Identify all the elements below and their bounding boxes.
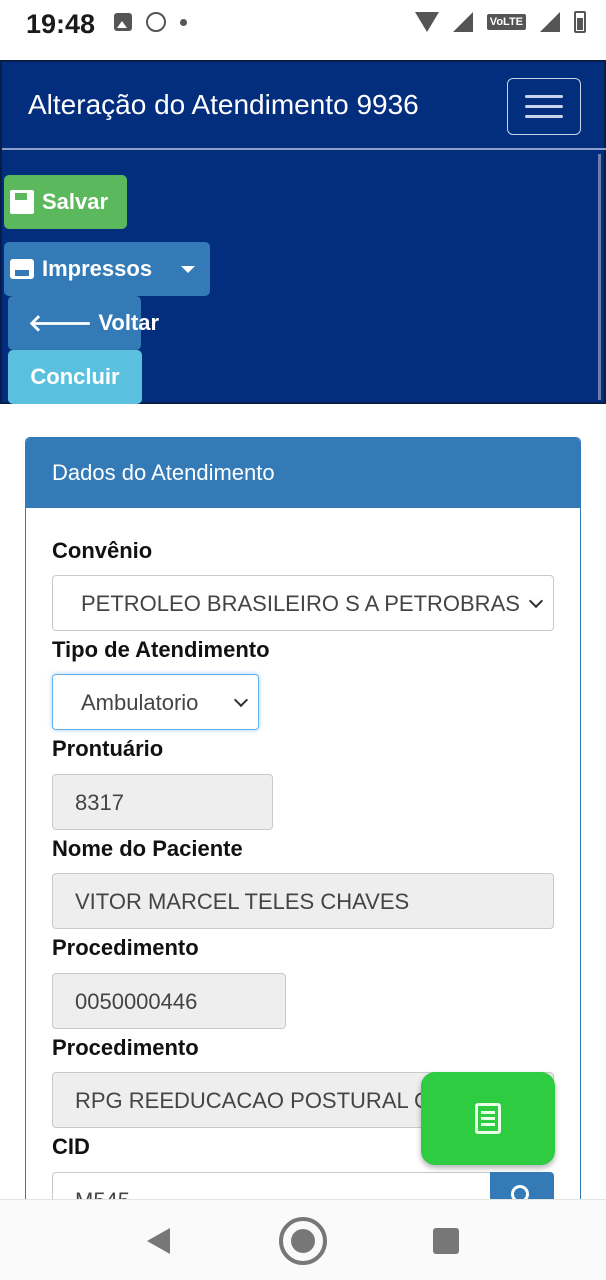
prints-button-label: Impressos	[42, 256, 153, 281]
floating-action-button[interactable]	[421, 1072, 555, 1165]
arrow-left-icon: 🡐	[28, 310, 93, 337]
convenio-label: Convênio	[52, 538, 153, 563]
prontuario-label: Prontuário	[52, 736, 164, 761]
volte-icon: VoLTE	[486, 14, 526, 30]
procedimento-desc-label: Procedimento	[52, 1035, 199, 1060]
convenio-select[interactable]: PETROLEO BRASILEIRO S A PETROBRAS	[52, 575, 554, 631]
cid-label: CID	[52, 1134, 90, 1159]
save-button-label: Salvar	[42, 189, 109, 214]
paciente-field[interactable]: VITOR MARCEL TELES CHAVES	[52, 873, 554, 929]
back-button[interactable]: 🡐 Voltar	[8, 296, 159, 350]
document-icon	[475, 1103, 501, 1134]
android-navigation-bar	[0, 1199, 606, 1280]
save-icon	[10, 190, 34, 214]
conclude-button-label: Concluir	[30, 364, 120, 389]
tipo-atendimento-label: Tipo de Atendimento	[52, 637, 270, 662]
tipo-atendimento-select[interactable]: Ambulatorio	[52, 674, 259, 730]
paciente-value: VITOR MARCEL TELES CHAVES	[75, 889, 410, 914]
hamburger-menu-button[interactable]	[507, 78, 581, 135]
procedimento-code-field[interactable]: 0050000446	[52, 973, 286, 1029]
home-icon[interactable]	[279, 1217, 327, 1265]
back-button-label: Voltar	[98, 310, 160, 335]
tipo-atendimento-value: Ambulatorio	[81, 690, 199, 715]
save-button[interactable]: Salvar	[4, 175, 127, 229]
prontuario-field[interactable]: 8317	[52, 774, 273, 830]
signal-icon	[452, 12, 473, 32]
signal-icon	[540, 12, 560, 32]
convenio-value: PETROLEO BRASILEIRO S A PETROBRAS	[81, 591, 520, 616]
hamburger-menu-icon	[525, 95, 563, 98]
caret-down-icon	[181, 266, 195, 273]
chevron-down-icon	[233, 692, 249, 708]
navbar: Alteração do Atendimento 9936 Salvar Imp…	[0, 60, 606, 404]
notification-icons	[114, 12, 187, 32]
navbar-divider	[2, 148, 606, 150]
panel-heading: Dados do Atendimento	[26, 438, 580, 508]
back-icon[interactable]	[147, 1228, 170, 1254]
procedimento-code-label: Procedimento	[52, 935, 199, 960]
conclude-button[interactable]: Concluir	[8, 350, 142, 404]
hamburger-menu-icon	[525, 105, 563, 108]
status-bar: 19:48 VoLTE	[0, 0, 606, 60]
recents-icon[interactable]	[433, 1228, 459, 1254]
dot-icon	[180, 18, 187, 26]
print-icon	[10, 259, 34, 279]
whatsapp-icon	[146, 12, 166, 32]
status-time: 19:48	[26, 9, 96, 39]
prontuario-value: 8317	[75, 790, 124, 815]
page-title: Alteração do Atendimento 9936	[28, 89, 419, 120]
wifi-icon	[414, 12, 439, 32]
paciente-label: Nome do Paciente	[52, 836, 243, 861]
procedimento-code-value: 0050000446	[75, 989, 198, 1014]
navbar-scrollbar[interactable]	[598, 154, 601, 400]
hamburger-menu-icon	[525, 115, 563, 118]
system-icons: VoLTE	[414, 11, 586, 33]
chevron-down-icon	[528, 593, 544, 609]
gallery-icon	[114, 13, 132, 31]
battery-icon	[574, 11, 586, 33]
prints-dropdown-button[interactable]: Impressos	[4, 242, 210, 296]
